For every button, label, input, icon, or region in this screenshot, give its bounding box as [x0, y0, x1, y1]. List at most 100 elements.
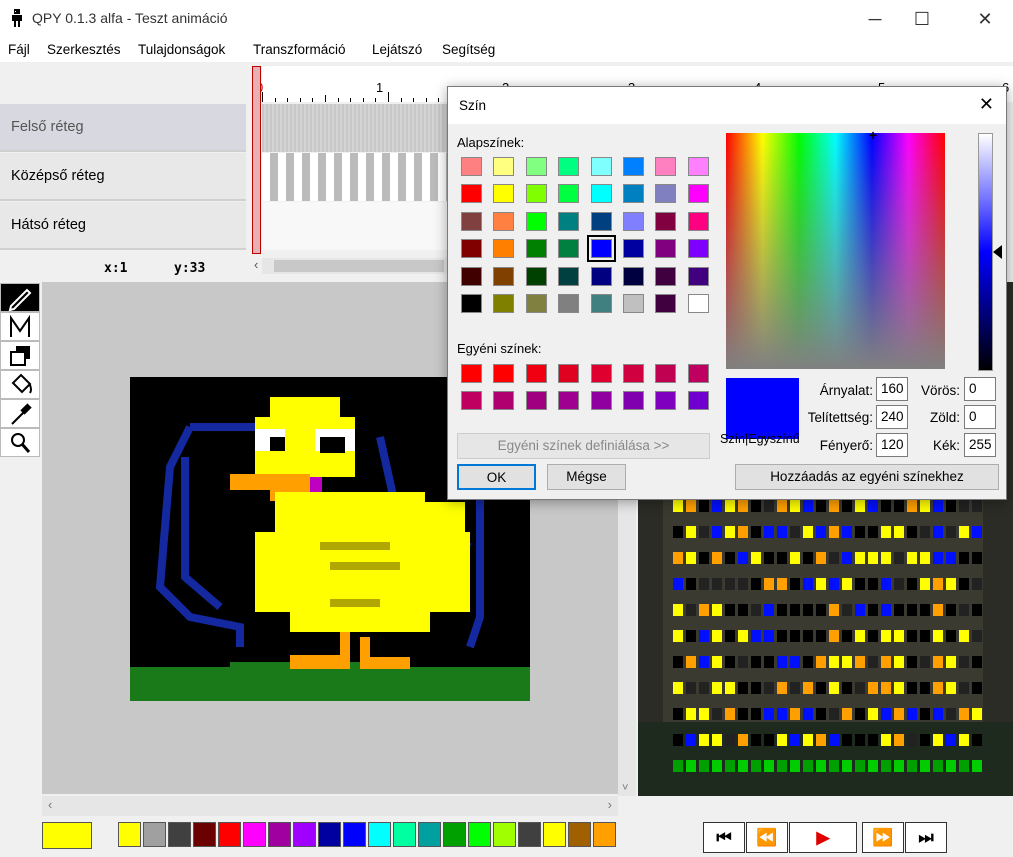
close-window-button[interactable]: ✕ [962, 0, 1008, 38]
scroll-left-icon[interactable]: ‹ [254, 257, 258, 272]
palette-swatch[interactable] [243, 822, 266, 847]
menu-edit[interactable]: Szerkesztés [47, 42, 121, 57]
basic-color-swatch[interactable] [623, 239, 644, 259]
basic-color-swatch[interactable] [558, 184, 580, 204]
custom-color-swatch[interactable] [525, 364, 547, 383]
line-tool[interactable] [0, 312, 40, 341]
menu-help[interactable]: Segítség [442, 42, 495, 57]
palette-swatch[interactable] [368, 822, 391, 847]
palette-swatch[interactable] [593, 822, 616, 847]
eyedropper-tool[interactable] [0, 399, 40, 428]
layers-tool[interactable] [0, 341, 40, 370]
frame-strip-back[interactable] [262, 202, 448, 250]
dialog-close-icon[interactable]: ✕ [979, 94, 994, 115]
basic-color-swatch[interactable] [687, 184, 709, 204]
palette-swatch[interactable] [143, 822, 166, 847]
basic-color-swatch[interactable] [493, 294, 515, 313]
add-to-custom-colors-button[interactable]: Hozzáadás az egyéni színekhez [735, 464, 999, 490]
layer-top[interactable]: Felső réteg [0, 104, 246, 152]
custom-color-swatch[interactable] [461, 364, 482, 383]
basic-color-swatch[interactable] [687, 294, 709, 313]
prev-frame-button[interactable]: ⏪ [746, 822, 788, 853]
palette-swatch[interactable] [493, 822, 516, 847]
basic-color-swatch[interactable] [525, 239, 547, 259]
palette-swatch[interactable] [193, 822, 216, 847]
frame-strip-middle[interactable] [262, 153, 448, 201]
basic-color-swatch[interactable] [590, 266, 612, 286]
ok-button[interactable]: OK [457, 464, 536, 490]
palette-swatch[interactable] [293, 822, 316, 847]
layer-back[interactable]: Hátsó réteg [0, 202, 246, 250]
luminance-field[interactable]: 120 [876, 433, 908, 457]
basic-color-swatch[interactable] [586, 235, 616, 263]
basic-color-swatch[interactable] [558, 266, 580, 286]
playhead[interactable] [252, 66, 261, 254]
custom-color-swatch[interactable] [623, 391, 644, 410]
hue-field[interactable]: 160 [876, 377, 908, 401]
palette-swatch[interactable] [218, 822, 241, 847]
custom-color-swatch[interactable] [525, 391, 547, 410]
basic-color-swatch[interactable] [461, 184, 482, 204]
basic-color-swatch[interactable] [687, 211, 709, 231]
menu-file[interactable]: Fájl [8, 42, 30, 57]
canvas-hscrollbar[interactable]: ‹ › [42, 796, 618, 816]
basic-color-swatch[interactable] [525, 266, 547, 286]
custom-color-swatch[interactable] [590, 364, 612, 383]
scroll-left-icon[interactable]: ‹ [48, 797, 52, 812]
palette-swatch[interactable] [268, 822, 291, 847]
basic-color-swatch[interactable] [687, 239, 709, 259]
palette-swatch[interactable] [393, 822, 416, 847]
red-field[interactable]: 0 [964, 377, 996, 401]
palette-swatch[interactable] [343, 822, 366, 847]
layer-middle[interactable]: Középső réteg [0, 153, 246, 201]
custom-color-swatch[interactable] [687, 364, 709, 383]
custom-color-swatch[interactable] [655, 391, 677, 410]
basic-color-swatch[interactable] [623, 294, 644, 313]
basic-color-swatch[interactable] [525, 157, 547, 176]
basic-color-swatch[interactable] [461, 239, 482, 259]
zoom-tool[interactable] [0, 428, 40, 457]
menu-transform[interactable]: Transzformáció [253, 42, 346, 57]
luminance-arrow-icon[interactable] [993, 245, 1002, 259]
play-button[interactable]: ▶ [789, 822, 857, 853]
palette-swatch[interactable] [568, 822, 591, 847]
pencil-tool[interactable] [0, 283, 40, 312]
palette-swatch[interactable] [118, 822, 141, 847]
first-frame-button[interactable]: ⏮ [703, 822, 745, 853]
saturation-field[interactable]: 240 [876, 405, 908, 429]
current-color-swatch[interactable] [42, 822, 92, 849]
basic-color-swatch[interactable] [493, 266, 515, 286]
custom-color-swatch[interactable] [558, 391, 580, 410]
scroll-right-icon[interactable]: › [608, 797, 612, 812]
basic-color-swatch[interactable] [525, 211, 547, 231]
custom-color-swatch[interactable] [590, 391, 612, 410]
basic-color-swatch[interactable] [525, 294, 547, 313]
last-frame-button[interactable]: ⏭ [905, 822, 947, 853]
palette-swatch[interactable] [468, 822, 491, 847]
palette-swatch[interactable] [443, 822, 466, 847]
basic-color-swatch[interactable] [493, 157, 515, 176]
basic-color-swatch[interactable] [558, 239, 580, 259]
basic-color-swatch[interactable] [461, 266, 482, 286]
basic-color-swatch[interactable] [493, 211, 515, 231]
menu-properties[interactable]: Tulajdonságok [138, 42, 225, 57]
scroll-down-icon[interactable]: ˅ [622, 782, 628, 794]
basic-color-swatch[interactable] [493, 184, 515, 204]
custom-color-swatch[interactable] [461, 391, 482, 410]
luminance-slider[interactable] [978, 133, 993, 371]
maximize-button[interactable]: ☐ [899, 0, 945, 38]
basic-color-swatch[interactable] [590, 211, 612, 231]
palette-swatch[interactable] [168, 822, 191, 847]
color-spectrum[interactable]: + [726, 127, 945, 369]
next-frame-button[interactable]: ⏩ [862, 822, 904, 853]
palette-swatch[interactable] [518, 822, 541, 847]
basic-color-swatch[interactable] [655, 294, 677, 313]
basic-color-swatch[interactable] [655, 184, 677, 204]
custom-color-swatch[interactable] [493, 391, 515, 410]
basic-color-swatch[interactable] [590, 184, 612, 204]
basic-color-swatch[interactable] [623, 211, 644, 231]
palette-swatch[interactable] [318, 822, 341, 847]
frame-strip-top[interactable] [262, 104, 448, 152]
basic-color-swatch[interactable] [461, 294, 482, 313]
green-field[interactable]: 0 [964, 405, 996, 429]
